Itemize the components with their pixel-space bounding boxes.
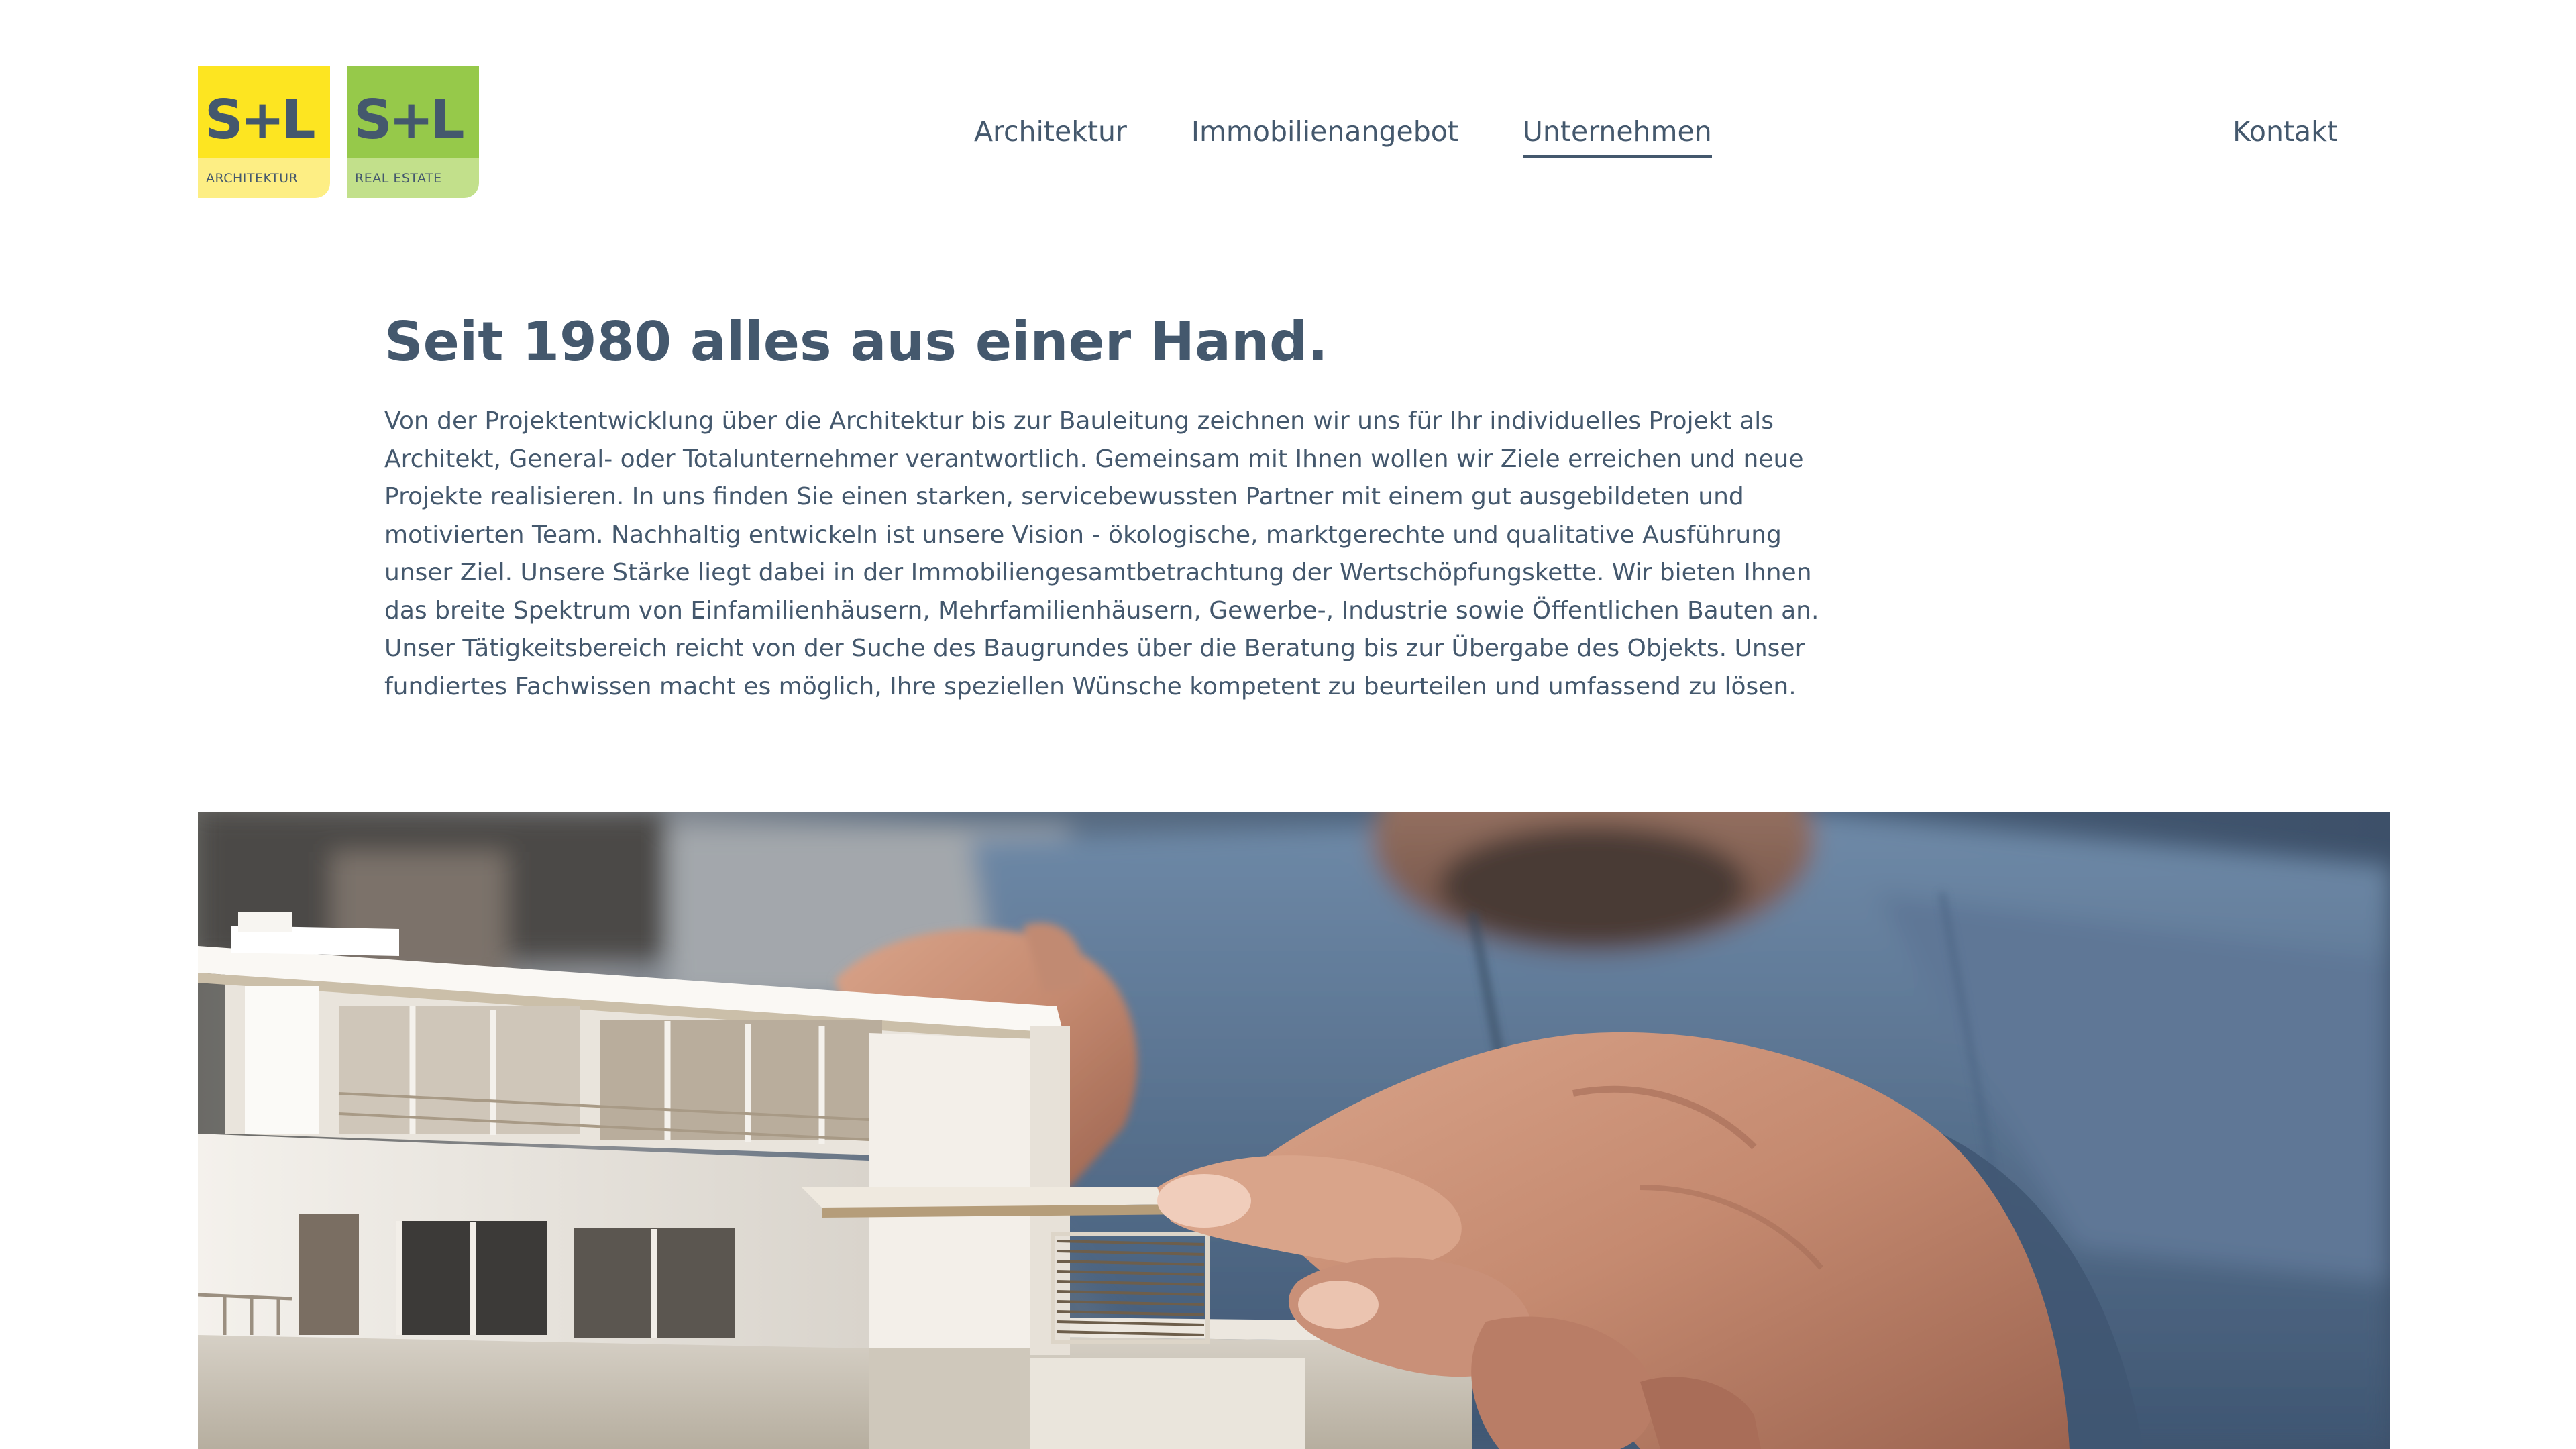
page-title: Seit 1980 alles aus einer Hand.: [384, 311, 1328, 373]
page: S+L ARCHITEKTUR S+L REAL ESTATE Architek…: [0, 0, 2576, 1449]
logo-architektur-mark: S+L: [205, 89, 316, 151]
nav-item-immobilienangebot[interactable]: Immobilienangebot: [1191, 111, 1458, 152]
logo-real-estate-mark: S+L: [354, 89, 465, 151]
logo-real-estate-subtitle: REAL ESTATE: [355, 171, 442, 186]
hero-image: [198, 812, 2390, 1449]
main-nav: Architektur Immobilienangebot Unternehme…: [974, 111, 1712, 158]
nav-item-kontakt[interactable]: Kontakt: [2233, 111, 2338, 152]
hero-image-illustration: [198, 812, 2390, 1449]
intro-paragraph: Von der Projektentwicklung über die Arch…: [384, 407, 1819, 700]
nav-item-architektur[interactable]: Architektur: [974, 111, 1127, 152]
logo-architektur[interactable]: S+L ARCHITEKTUR: [198, 66, 330, 198]
nav-item-unternehmen[interactable]: Unternehmen: [1522, 111, 1712, 158]
logo-architektur-subtitle: ARCHITEKTUR: [206, 171, 299, 186]
logo-real-estate[interactable]: S+L REAL ESTATE: [347, 66, 479, 198]
logo-group: S+L ARCHITEKTUR S+L REAL ESTATE: [198, 66, 479, 198]
